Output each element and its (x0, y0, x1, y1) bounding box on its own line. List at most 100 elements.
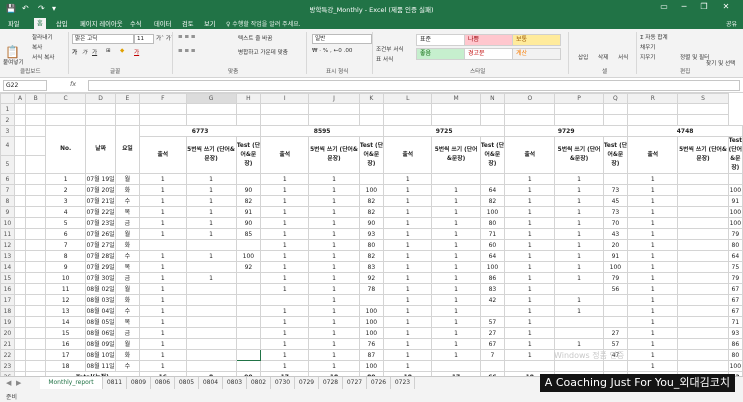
row-header[interactable]: 16 (0, 283, 15, 295)
value-cell[interactable]: 1 (627, 349, 679, 361)
sheet-tab-0802[interactable]: 0802 (247, 377, 271, 389)
value-cell[interactable] (479, 173, 506, 185)
value-cell[interactable] (185, 283, 237, 295)
day-cell[interactable]: 화 (114, 349, 141, 361)
value-cell[interactable]: 1 (431, 228, 481, 240)
cell[interactable] (13, 173, 27, 185)
value-cell[interactable] (554, 283, 604, 295)
value-cell[interactable]: 1 (504, 272, 556, 284)
value-cell[interactable]: 83 (479, 283, 506, 295)
day-cell[interactable]: 목 (114, 206, 141, 218)
value-cell[interactable]: 1 (308, 294, 360, 306)
value-cell[interactable]: 1 (504, 327, 556, 339)
value-cell[interactable]: 1 (260, 217, 310, 229)
cell[interactable] (13, 136, 27, 156)
row-header[interactable]: 19 (0, 316, 15, 328)
row-header[interactable]: 22 (0, 349, 15, 361)
value-cell[interactable]: 1 (504, 338, 556, 350)
row-header[interactable]: 2 (0, 114, 15, 126)
value-cell[interactable]: 1 (504, 228, 556, 240)
value-cell[interactable] (677, 316, 729, 328)
value-cell[interactable]: 1 (139, 173, 187, 185)
tab-insert[interactable]: 삽입 (56, 19, 68, 28)
value-cell[interactable]: 80 (358, 239, 385, 251)
value-cell[interactable]: 91 (235, 206, 262, 218)
value-cell[interactable]: 86 (479, 272, 506, 284)
value-cell[interactable]: 1 (383, 294, 433, 306)
value-cell[interactable]: 1 (139, 283, 187, 295)
row-header[interactable]: 12 (0, 239, 15, 251)
value-cell[interactable]: 79 (602, 272, 629, 284)
value-cell[interactable] (260, 294, 310, 306)
value-cell[interactable]: 1 (260, 195, 310, 207)
no-cell[interactable]: 9 (44, 261, 87, 273)
value-cell[interactable] (235, 349, 262, 361)
autosum-button[interactable]: Σ 자동 합계 (640, 33, 668, 41)
value-cell[interactable]: 100 (235, 250, 262, 262)
value-cell[interactable]: 1 (139, 294, 187, 306)
cell[interactable] (358, 103, 385, 115)
column-header-m[interactable]: M (431, 93, 481, 104)
value-cell[interactable]: 1 (554, 173, 604, 185)
value-cell[interactable] (235, 327, 262, 339)
tab-file[interactable]: 파일 (8, 19, 20, 28)
value-cell[interactable] (677, 272, 729, 284)
value-cell[interactable]: 1 (308, 173, 360, 185)
value-cell[interactable]: 1 (554, 206, 604, 218)
value-cell[interactable]: 80 (727, 239, 743, 251)
value-cell[interactable]: 90 (235, 184, 262, 196)
column-header-i[interactable]: I (260, 93, 310, 104)
value-cell[interactable]: 1 (504, 184, 556, 196)
cell[interactable] (13, 327, 27, 339)
value-cell[interactable]: 1 (139, 360, 187, 372)
value-cell[interactable]: 100 (358, 305, 385, 317)
font-name-select[interactable]: 맑은 고딕 (72, 34, 134, 44)
day-cell[interactable]: 화 (114, 184, 141, 196)
row-header[interactable]: 7 (0, 184, 15, 196)
value-cell[interactable] (554, 316, 604, 328)
value-cell[interactable] (602, 294, 629, 306)
value-cell[interactable]: 76 (358, 338, 385, 350)
value-cell[interactable] (358, 173, 385, 185)
value-cell[interactable]: 93 (727, 327, 743, 339)
number-format-icons[interactable]: ₩ · % , ←0 .00 (312, 48, 352, 54)
value-cell[interactable]: 1 (308, 239, 360, 251)
border-icon[interactable]: ⊞ (106, 48, 111, 54)
column-header-p[interactable]: P (554, 93, 604, 104)
cell[interactable] (13, 114, 27, 126)
value-cell[interactable]: 82 (479, 195, 506, 207)
value-cell[interactable]: 67 (727, 294, 743, 306)
column-header-j[interactable]: J (308, 93, 360, 104)
merge-center-button[interactable]: 병합하고 가운데 맞춤 (238, 48, 288, 56)
value-cell[interactable]: 1 (260, 173, 310, 185)
value-cell[interactable]: 1 (308, 272, 360, 284)
value-cell[interactable] (235, 294, 262, 306)
style-normal[interactable]: 표준 (416, 34, 465, 46)
cell[interactable] (13, 360, 27, 372)
cell[interactable] (602, 114, 629, 126)
column-header-f[interactable]: F (139, 93, 187, 104)
value-cell[interactable]: 92 (358, 272, 385, 284)
value-cell[interactable]: 71 (727, 316, 743, 328)
sheet-tab-0730[interactable]: 0730 (271, 377, 295, 389)
row-header[interactable]: 3 (0, 125, 15, 137)
cell[interactable] (677, 114, 729, 126)
value-cell[interactable]: 1 (627, 217, 679, 229)
value-cell[interactable] (677, 349, 729, 361)
date-cell[interactable]: 07월 20일 (85, 184, 116, 196)
value-cell[interactable] (677, 195, 729, 207)
cell[interactable] (504, 103, 556, 115)
value-cell[interactable]: 1 (185, 217, 237, 229)
header-write-cell[interactable]: 5번씩 쓰기 (단어&문장) (431, 136, 481, 174)
value-cell[interactable]: 83 (358, 261, 385, 273)
value-cell[interactable] (677, 228, 729, 240)
value-cell[interactable]: 1 (260, 338, 310, 350)
cell[interactable] (13, 103, 27, 115)
header-test-cell[interactable]: Test (단어&문장) (602, 136, 629, 174)
no-cell[interactable]: 11 (44, 283, 87, 295)
value-cell[interactable]: 1 (139, 327, 187, 339)
value-cell[interactable]: 1 (383, 272, 433, 284)
cell[interactable] (260, 103, 310, 115)
value-cell[interactable]: 1 (554, 294, 604, 306)
cell[interactable] (13, 184, 27, 196)
